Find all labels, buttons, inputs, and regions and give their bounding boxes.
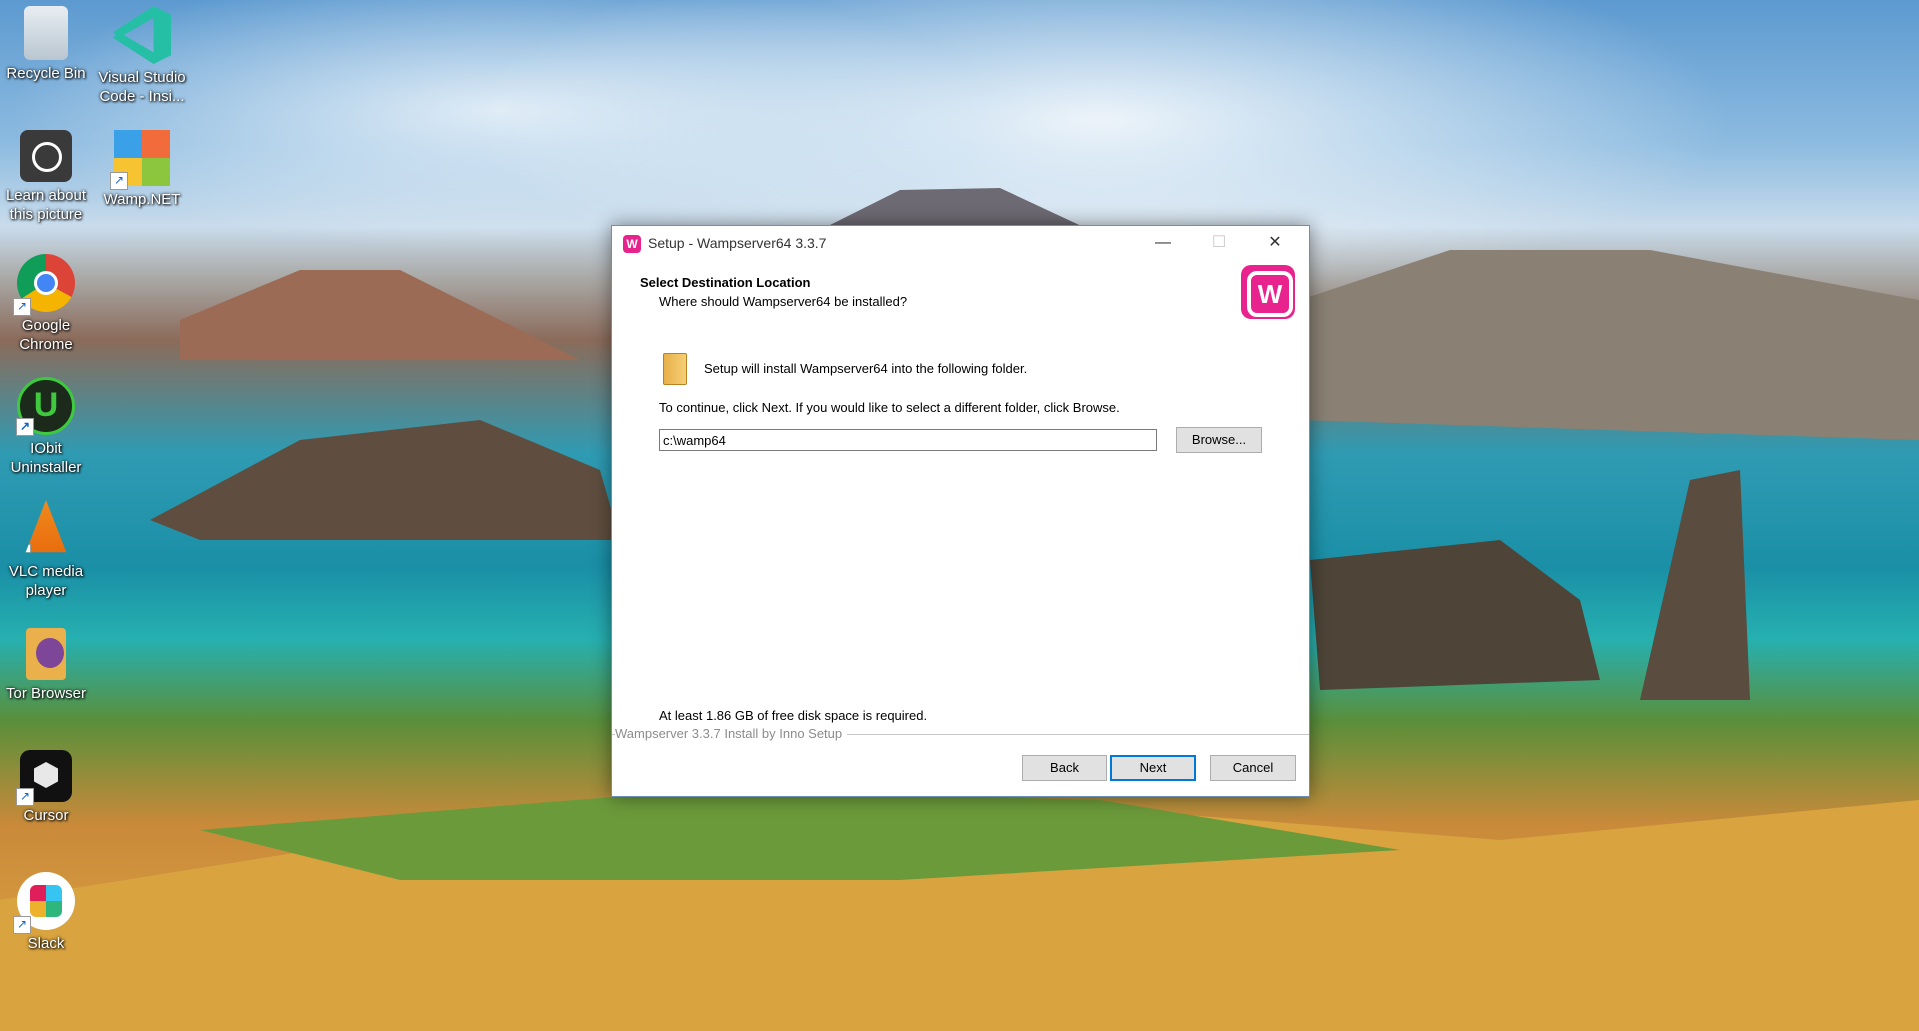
tor-browser-icon bbox=[26, 628, 66, 680]
page-title: Select Destination Location bbox=[640, 275, 811, 290]
desktop-icon-label: Wamp.NET bbox=[103, 191, 181, 208]
installer-branding: Wampserver 3.3.7 Install by Inno Setup bbox=[615, 726, 848, 741]
desktop-icon-label: VLC media player bbox=[8, 563, 84, 599]
desktop-icon-vscode-insiders[interactable]: ↗ Visual Studio Code - Insi... bbox=[96, 6, 188, 106]
folder-icon bbox=[663, 353, 687, 385]
recycle-bin-icon bbox=[24, 6, 68, 60]
desktop-icon-wamp-net[interactable]: ↗ Wamp.NET bbox=[96, 130, 188, 209]
window-title: Setup - Wampserver64 3.3.7 bbox=[648, 235, 827, 251]
disk-space-requirement: At least 1.86 GB of free disk space is r… bbox=[659, 708, 928, 723]
shortcut-arrow-icon: ↗ bbox=[25, 544, 31, 553]
learn-about-picture-icon bbox=[20, 130, 72, 182]
desktop-icon-label: Recycle Bin bbox=[6, 65, 86, 82]
wamp-net-icon: ↗ bbox=[110, 130, 170, 190]
slack-icon: ↗ bbox=[13, 872, 75, 934]
minimize-button[interactable]: — bbox=[1135, 226, 1191, 262]
shortcut-arrow-icon: ↗ bbox=[13, 916, 31, 934]
page-subtitle: Where should Wampserver64 be installed? bbox=[659, 294, 908, 309]
desktop-icon-vlc[interactable]: ↗ VLC media player bbox=[0, 500, 92, 600]
browse-button[interactable]: Browse... bbox=[1176, 427, 1262, 453]
chrome-icon: ↗ bbox=[13, 254, 75, 316]
desktop-icon-label: Learn about this picture bbox=[5, 187, 87, 223]
desktop-icon-tor-browser[interactable]: Tor Browser bbox=[0, 628, 92, 703]
title-bar[interactable]: W Setup - Wampserver64 3.3.7 — ☐ ✕ bbox=[612, 226, 1309, 262]
destination-path-input[interactable] bbox=[659, 429, 1157, 451]
desktop-icon-label: IObit Uninstaller bbox=[10, 440, 82, 476]
next-button[interactable]: Next bbox=[1110, 755, 1196, 781]
shortcut-arrow-icon: ↗ bbox=[113, 50, 127, 64]
desktop-icon-label: Cursor bbox=[23, 807, 69, 824]
desktop-icon-google-chrome[interactable]: ↗ Google Chrome bbox=[0, 254, 92, 354]
wampserver-app-icon: W bbox=[623, 235, 641, 253]
shortcut-arrow-icon: ↗ bbox=[16, 788, 34, 806]
desktop-icon-label: Tor Browser bbox=[5, 685, 87, 702]
wampserver-logo-icon: W bbox=[1241, 265, 1295, 319]
vscode-insiders-icon: ↗ bbox=[113, 6, 171, 64]
shortcut-arrow-icon: ↗ bbox=[16, 418, 34, 436]
cursor-app-icon: ↗ bbox=[16, 750, 72, 806]
desktop-icon-slack[interactable]: ↗ Slack bbox=[0, 872, 92, 953]
setup-dialog: W Setup - Wampserver64 3.3.7 — ☐ ✕ Selec… bbox=[611, 225, 1310, 797]
desktop-icon-label: Visual Studio Code - Insi... bbox=[98, 69, 186, 105]
shortcut-arrow-icon: ↗ bbox=[110, 172, 128, 190]
vlc-cone-icon: ↗ bbox=[25, 500, 67, 553]
desktop-icon-iobit-uninstaller[interactable]: U ↗ IObit Uninstaller bbox=[0, 377, 92, 477]
desktop-icon-cursor[interactable]: ↗ Cursor bbox=[0, 750, 92, 825]
back-button[interactable]: Back bbox=[1022, 755, 1107, 781]
iobit-uninstaller-icon: U ↗ bbox=[16, 377, 75, 436]
desktop-icon-label: Slack bbox=[27, 935, 65, 952]
close-button[interactable]: ✕ bbox=[1247, 226, 1303, 262]
maximize-button[interactable]: ☐ bbox=[1191, 226, 1247, 262]
desktop-icon-label: Google Chrome bbox=[19, 317, 73, 353]
desktop-icon-recycle-bin[interactable]: Recycle Bin bbox=[0, 6, 92, 83]
install-info-text: Setup will install Wampserver64 into the… bbox=[704, 361, 1028, 376]
desktop-icon-learn-about-picture[interactable]: Learn about this picture bbox=[0, 130, 92, 224]
cancel-button[interactable]: Cancel bbox=[1210, 755, 1296, 781]
shortcut-arrow-icon: ↗ bbox=[13, 298, 31, 316]
continue-instructions: To continue, click Next. If you would li… bbox=[659, 400, 1120, 415]
wampserver-logo-letter: W bbox=[1247, 271, 1293, 317]
